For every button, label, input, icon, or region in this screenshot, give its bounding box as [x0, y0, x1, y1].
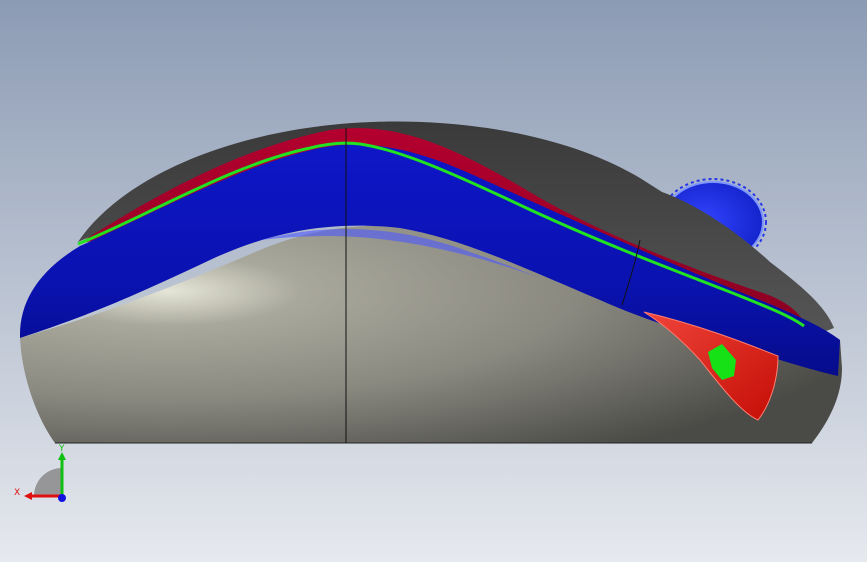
- view-triad[interactable]: Y X: [12, 444, 72, 508]
- model-canvas[interactable]: [0, 0, 867, 562]
- cad-viewport[interactable]: Y X: [0, 0, 867, 562]
- y-axis-label: Y: [58, 444, 65, 454]
- triad-plane: [34, 468, 62, 496]
- z-axis-dot: [58, 494, 66, 502]
- x-axis-label: X: [14, 488, 20, 498]
- x-arrow-icon: [24, 492, 32, 500]
